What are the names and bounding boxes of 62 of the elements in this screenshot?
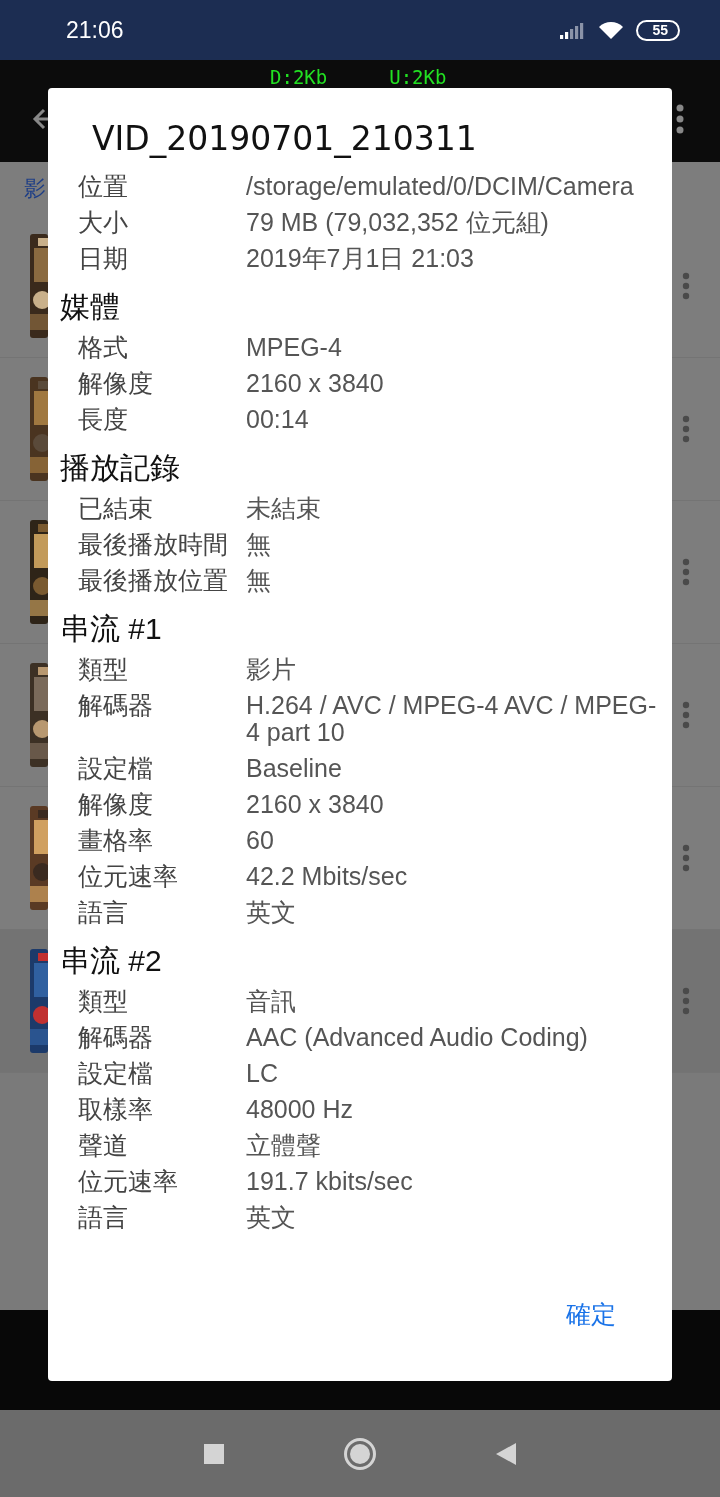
property-label: 語言 <box>77 1203 129 1231</box>
property-value: 191.7 kbits/sec <box>246 1167 414 1195</box>
property-value: 48000 Hz <box>246 1095 355 1123</box>
property-label: 長度 <box>77 405 129 433</box>
property-value: 2160 x 3840 <box>246 790 385 818</box>
property-value: 立體聲 <box>246 1131 322 1159</box>
section-heading: 串流 #1 <box>60 611 163 647</box>
dialog-title: VID_20190701_210311 <box>91 118 478 160</box>
section-heading: 串流 #2 <box>60 943 163 979</box>
property-value: 英文 <box>246 1203 297 1231</box>
property-value: Baseline <box>246 754 343 782</box>
property-label: 解像度 <box>77 790 154 818</box>
upload-speed: U:2Kb <box>389 66 447 88</box>
property-label: 位元速率 <box>77 1167 179 1195</box>
ok-button[interactable]: 確定 <box>564 1294 618 1335</box>
property-value: 00:14 <box>246 405 310 433</box>
property-value: LC <box>246 1059 279 1087</box>
property-label: 大小 <box>77 208 129 236</box>
property-value: MPEG-4 <box>246 333 343 361</box>
property-value: 79 MB (79,032,352 位元組) <box>246 208 550 236</box>
property-value: 英文 <box>246 898 297 926</box>
property-label: 語言 <box>77 898 129 926</box>
property-label: 位置 <box>77 172 129 200</box>
property-label: 設定檔 <box>77 754 154 782</box>
section-heading: 媒體 <box>60 289 121 325</box>
property-label: 已結束 <box>77 494 154 522</box>
property-label: 取樣率 <box>77 1095 154 1123</box>
tab-label[interactable]: 影 <box>24 173 46 204</box>
battery-icon: 55 <box>636 19 680 41</box>
property-value: AAC (Advanced Audio Coding) <box>246 1023 589 1051</box>
property-label: 日期 <box>77 244 129 272</box>
property-label: 格式 <box>77 333 129 361</box>
property-value: 2160 x 3840 <box>246 369 385 397</box>
property-label: 設定檔 <box>77 1059 154 1087</box>
download-speed: D:2Kb <box>270 66 328 88</box>
property-value: 2019年7月1日 21:03 <box>246 244 475 272</box>
more-icon[interactable] <box>676 104 684 134</box>
property-label: 類型 <box>77 987 129 1015</box>
property-value: H.264 / AVC / MPEG-4 AVC / MPEG-4 part 10 <box>246 691 658 746</box>
property-label: 解像度 <box>77 369 154 397</box>
property-label: 類型 <box>77 655 129 683</box>
property-label: 位元速率 <box>77 862 179 890</box>
property-label: 最後播放位置 <box>77 566 229 594</box>
property-value: 未結束 <box>246 494 322 522</box>
property-label: 聲道 <box>77 1131 129 1159</box>
property-value: 42.2 Mbits/sec <box>246 862 409 890</box>
property-label: 畫格率 <box>77 826 154 854</box>
property-label: 最後播放時間 <box>77 530 229 558</box>
property-value: /storage/emulated/0/DCIM/Camera <box>246 172 635 200</box>
property-value: 無 <box>246 566 272 594</box>
wifi-icon <box>598 20 625 40</box>
property-value: 60 <box>246 826 275 854</box>
clock-time: 21:06 <box>66 16 124 44</box>
property-value: 影片 <box>246 655 297 683</box>
home-icon[interactable] <box>343 1436 377 1471</box>
property-label: 解碼器 <box>77 691 154 721</box>
property-value: 音訊 <box>246 987 297 1015</box>
section-heading: 播放記錄 <box>60 450 181 486</box>
back-icon[interactable] <box>495 1441 517 1466</box>
recents-icon[interactable] <box>203 1442 225 1465</box>
property-value: 無 <box>246 530 272 558</box>
property-label: 解碼器 <box>77 1023 154 1051</box>
